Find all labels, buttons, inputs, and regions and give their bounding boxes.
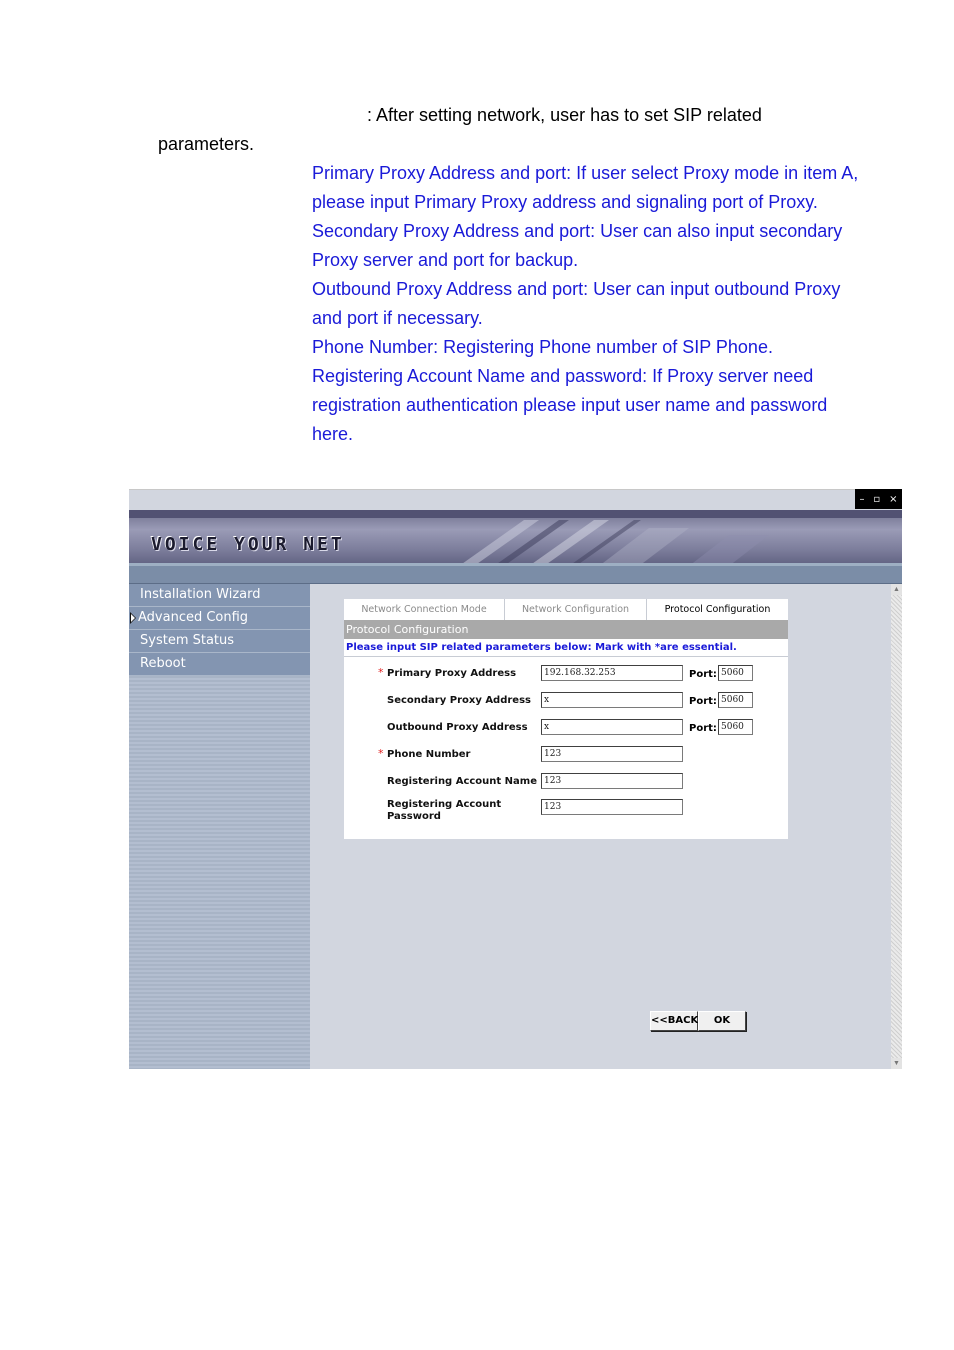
secondary-proxy-row: Secondary Proxy Address x Port: 5060 bbox=[344, 692, 788, 710]
brand-logo: VOICE YOUR NET bbox=[151, 534, 345, 555]
sidebar-nav: Installation Wizard Advanced Config Syst… bbox=[129, 584, 310, 1069]
phone-number-label: Phone Number bbox=[387, 749, 471, 760]
tab-network-connection-mode[interactable]: Network Connection Mode bbox=[344, 599, 505, 620]
sidebar-item-advanced-config[interactable]: Advanced Config bbox=[129, 607, 310, 630]
port-label: Port: bbox=[689, 723, 717, 734]
required-mark: * bbox=[378, 666, 384, 679]
phone-number-row: * Phone Number 123 bbox=[344, 746, 788, 764]
account-name-row: Registering Account Name 123 bbox=[344, 773, 788, 791]
outbound-proxy-label: Outbound Proxy Address bbox=[387, 722, 528, 733]
selected-arrow-icon bbox=[130, 612, 136, 624]
account-password-label: Registering Account Password bbox=[387, 799, 502, 822]
form-instruction: Please input SIP related parameters belo… bbox=[344, 639, 788, 657]
section-title: Protocol Configuration bbox=[344, 620, 788, 639]
port-label: Port: bbox=[689, 696, 717, 707]
window-top-border bbox=[129, 489, 855, 490]
port-label: Port: bbox=[689, 669, 717, 680]
tab-protocol-configuration[interactable]: Protocol Configuration bbox=[647, 599, 788, 620]
close-icon[interactable]: × bbox=[889, 494, 897, 505]
desc-primary-proxy: Primary Proxy Address and port: If user … bbox=[312, 163, 859, 212]
header-banner: VOICE YOUR NET bbox=[129, 510, 902, 566]
minimize-icon[interactable]: – bbox=[859, 494, 864, 505]
ok-button[interactable]: OK bbox=[698, 1011, 746, 1031]
field-descriptions: Primary Proxy Address and port: If user … bbox=[312, 159, 872, 449]
sidebar-item-label: Advanced Config bbox=[138, 610, 249, 625]
outbound-proxy-row: Outbound Proxy Address x Port: 5060 bbox=[344, 719, 788, 737]
outbound-proxy-input[interactable]: x bbox=[541, 719, 683, 735]
outbound-proxy-port-input[interactable]: 5060 bbox=[718, 719, 753, 735]
intro-text-continued: parameters. bbox=[158, 134, 255, 154]
primary-proxy-row: * Primary Proxy Address 192.168.32.253 P… bbox=[344, 665, 788, 683]
required-mark: * bbox=[378, 747, 384, 760]
window-controls: – ▫ × bbox=[855, 489, 902, 509]
desc-phone-number: Phone Number: Registering Phone number o… bbox=[312, 337, 773, 357]
desc-secondary-proxy: Secondary Proxy Address and port: User c… bbox=[312, 221, 843, 270]
sidebar-item-installation-wizard[interactable]: Installation Wizard bbox=[129, 584, 310, 607]
secondary-proxy-label: Secondary Proxy Address bbox=[387, 695, 531, 706]
scroll-down-icon[interactable]: ▼ bbox=[891, 1058, 902, 1069]
primary-proxy-label: Primary Proxy Address bbox=[387, 668, 517, 679]
desc-registering-account: Registering Account Name and password: I… bbox=[312, 366, 828, 444]
sidebar-item-label: Reboot bbox=[140, 656, 186, 671]
primary-proxy-input[interactable]: 192.168.32.253 bbox=[541, 665, 683, 681]
intro-text: : After setting network, user has to set… bbox=[367, 105, 762, 125]
phone-number-input[interactable]: 123 bbox=[541, 746, 683, 762]
scroll-up-icon[interactable]: ▲ bbox=[891, 584, 902, 595]
account-name-input[interactable]: 123 bbox=[541, 773, 683, 789]
secondary-proxy-port-input[interactable]: 5060 bbox=[718, 692, 753, 708]
sidebar-item-label: Installation Wizard bbox=[140, 587, 261, 602]
web-config-screenshot: – ▫ × VOICE YOUR NET Installation Wizard… bbox=[129, 489, 902, 1069]
account-name-label: Registering Account Name bbox=[387, 776, 537, 787]
header-strip bbox=[129, 566, 902, 584]
account-password-row: Registering Account Password 123 bbox=[344, 799, 788, 822]
config-tabs: Network Connection Mode Network Configur… bbox=[344, 599, 788, 620]
restore-icon[interactable]: ▫ bbox=[873, 494, 880, 505]
sidebar-item-label: System Status bbox=[140, 633, 235, 648]
tab-network-configuration[interactable]: Network Configuration bbox=[505, 599, 647, 620]
account-password-input[interactable]: 123 bbox=[541, 799, 683, 815]
desc-outbound-proxy: Outbound Proxy Address and port: User ca… bbox=[312, 279, 841, 328]
sidebar-item-system-status[interactable]: System Status bbox=[129, 630, 310, 653]
back-button[interactable]: <<BACK bbox=[650, 1011, 698, 1031]
secondary-proxy-input[interactable]: x bbox=[541, 692, 683, 708]
protocol-config-panel: Network Connection Mode Network Configur… bbox=[344, 599, 788, 839]
sidebar-item-reboot[interactable]: Reboot bbox=[129, 653, 310, 676]
vertical-scrollbar[interactable]: ▲ ▼ bbox=[891, 584, 902, 1069]
primary-proxy-port-input[interactable]: 5060 bbox=[718, 665, 753, 681]
